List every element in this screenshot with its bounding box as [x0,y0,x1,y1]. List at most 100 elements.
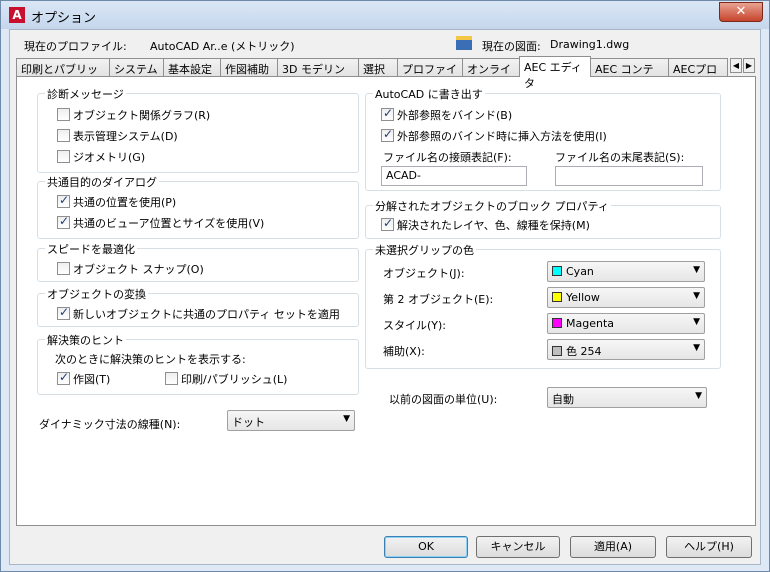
checkbox-label: 外部参照のバインド時に挿入方法を使用(I) [397,130,607,143]
checkbox-box[interactable] [381,106,394,121]
aec-editor-panel: 診断メッセージ オブジェクト関係グラフ(R) 表示管理システム(D) ジオメトリ… [16,76,756,526]
checkbox-label: 外部参照をバインド(B) [397,109,513,122]
checkbox-hint-print[interactable]: 印刷/パブリッシュ(L) [165,371,287,387]
prefix-label: ファイル名の接頭表記(F): [383,151,512,164]
legacy-units-label: 以前の図面の単位(U): [389,393,498,406]
grip-object-label: オブジェクト(J): [383,267,465,280]
checkbox-label: 新しいオブジェクトに共通のプロパティ セットを適用 [73,308,340,321]
dropdown-arrow-icon: ▼ [693,291,700,301]
tab-aec-editor[interactable]: AEC エディタ [519,56,591,90]
checkbox-geometry[interactable]: ジオメトリ(G) [57,149,145,165]
object-convert-title: オブジェクトの変換 [45,286,148,302]
checkbox-box[interactable] [57,193,70,208]
dimension-linetype-label: ダイナミック寸法の線種(N): [39,418,181,431]
ok-button[interactable]: OK [384,536,468,558]
checkbox-apply-property-set[interactable]: 新しいオブジェクトに共通のプロパティ セットを適用 [57,305,340,322]
grip-style-color-combo[interactable]: Magenta ▼ [547,313,705,334]
suffix-label: ファイル名の末尾表記(S): [555,151,685,164]
title-bar[interactable]: A オプション ✕ [1,1,769,29]
dimension-linetype-combo[interactable]: ドット ▼ [227,410,355,431]
suffix-input[interactable] [555,166,703,186]
checkbox-common-position[interactable]: 共通の位置を使用(P) [57,193,176,210]
grip-auxiliary-label: 補助(X): [383,345,425,358]
hints-subtitle: 次のときに解決策のヒントを表示する: [55,353,246,366]
tab-scroll-right-icon[interactable]: ▶ [743,58,755,73]
tab-profiles[interactable]: プロファイル [397,58,463,92]
tab-drafting[interactable]: 作図補助 [220,58,278,76]
color-swatch [552,318,562,328]
legacy-units-combo[interactable]: 自動 ▼ [547,387,707,408]
checkbox-label: オブジェクト スナップ(O) [73,263,204,276]
checkbox-box[interactable] [57,305,70,320]
checkbox-label: ジオメトリ(G) [73,151,146,164]
checkbox-label: 解決されたレイヤ、色、線種を保持(M) [397,219,590,232]
checkbox-box[interactable] [57,262,70,275]
current-profile-value: AutoCAD Ar..e (メトリック) [150,40,295,53]
tab-aec-project[interactable]: AECプロジ [668,58,728,76]
help-button[interactable]: ヘルプ(H) [666,536,752,558]
drawing-icon [456,36,472,50]
combo-value: Magenta [566,317,615,330]
combo-value: Cyan [566,265,594,278]
optimize-title: スピードを最適化 [45,241,137,257]
grip-colors-title: 未選択グリップの色 [373,242,476,258]
prefix-input[interactable]: ACAD- [381,166,527,186]
autocad-app-icon: A [9,7,25,23]
diagnostics-title: 診断メッセージ [45,86,126,102]
dropdown-arrow-icon: ▼ [693,265,700,275]
current-drawing-label: 現在の図面: [482,40,541,53]
dialog-body: 現在のプロファイル: AutoCAD Ar..e (メトリック) 現在の図面: … [9,29,761,565]
dropdown-arrow-icon: ▼ [693,317,700,327]
combo-value: 自動 [552,393,574,406]
checkbox-box[interactable] [57,370,70,385]
checkbox-insert-method[interactable]: 外部参照のバインド時に挿入方法を使用(I) [381,127,607,144]
checkbox-hint-drafting[interactable]: 作図(T) [57,370,110,387]
dropdown-arrow-icon: ▼ [695,391,702,401]
tab-preferences[interactable]: 基本設定 [163,58,221,76]
close-button[interactable]: ✕ [719,2,763,22]
checkbox-object-graph[interactable]: オブジェクト関係グラフ(R) [57,107,210,123]
checkbox-retain-properties[interactable]: 解決されたレイヤ、色、線種を保持(M) [381,216,590,233]
window-title: オプション [31,11,97,26]
color-swatch [552,266,562,276]
autocad-export-title: AutoCAD に書き出す [373,86,485,102]
combo-value: 色 254 [566,345,602,358]
combo-value: ドット [232,416,265,429]
common-dialogs-title: 共通目的のダイアログ [45,174,159,190]
checkbox-box[interactable] [57,214,70,229]
grip-style-label: スタイル(Y): [383,319,447,332]
tab-system[interactable]: システム [109,58,164,76]
checkbox-label: オブジェクト関係グラフ(R) [73,109,211,122]
checkbox-box[interactable] [165,372,178,385]
color-swatch [552,346,562,356]
checkbox-bind-xref[interactable]: 外部参照をバインド(B) [381,106,513,123]
tab-selection[interactable]: 選択 [358,58,398,76]
checkbox-box[interactable] [381,216,394,231]
checkbox-object-snap[interactable]: オブジェクト スナップ(O) [57,261,204,277]
tab-online[interactable]: オンライン [462,58,520,92]
tab-strip: 印刷とパブリッシュ システム 基本設定 作図補助 3D モデリング 選択 プロフ… [16,56,756,92]
tab-print-publish[interactable]: 印刷とパブリッシュ [16,58,110,92]
combo-value: Yellow [566,291,600,304]
checkbox-common-viewer[interactable]: 共通のビューア位置とサイズを使用(V) [57,214,265,231]
cancel-button[interactable]: キャンセル [476,536,560,558]
tab-aec-content[interactable]: AEC コンテンツ [590,58,669,92]
checkbox-label: 印刷/パブリッシュ(L) [181,373,288,386]
options-dialog: A オプション ✕ 現在のプロファイル: AutoCAD Ar..e (メトリッ… [0,0,770,572]
checkbox-box[interactable] [57,129,70,142]
grip-second-object-color-combo[interactable]: Yellow ▼ [547,287,705,308]
color-swatch [552,292,562,302]
tab-scroll-left-icon[interactable]: ◀ [730,58,742,73]
current-profile-label: 現在のプロファイル: [24,40,127,53]
checkbox-box[interactable] [381,127,394,142]
tab-3d-modeling[interactable]: 3D モデリング [277,58,359,92]
checkbox-display-system[interactable]: 表示管理システム(D) [57,128,178,144]
checkbox-label: 共通のビューア位置とサイズを使用(V) [73,217,265,230]
checkbox-box[interactable] [57,108,70,121]
grip-auxiliary-color-combo[interactable]: 色 254 ▼ [547,339,705,360]
apply-button[interactable]: 適用(A) [570,536,656,558]
checkbox-box[interactable] [57,150,70,163]
checkbox-label: 表示管理システム(D) [73,130,178,143]
current-drawing-value: Drawing1.dwg [550,38,630,51]
grip-object-color-combo[interactable]: Cyan ▼ [547,261,705,282]
